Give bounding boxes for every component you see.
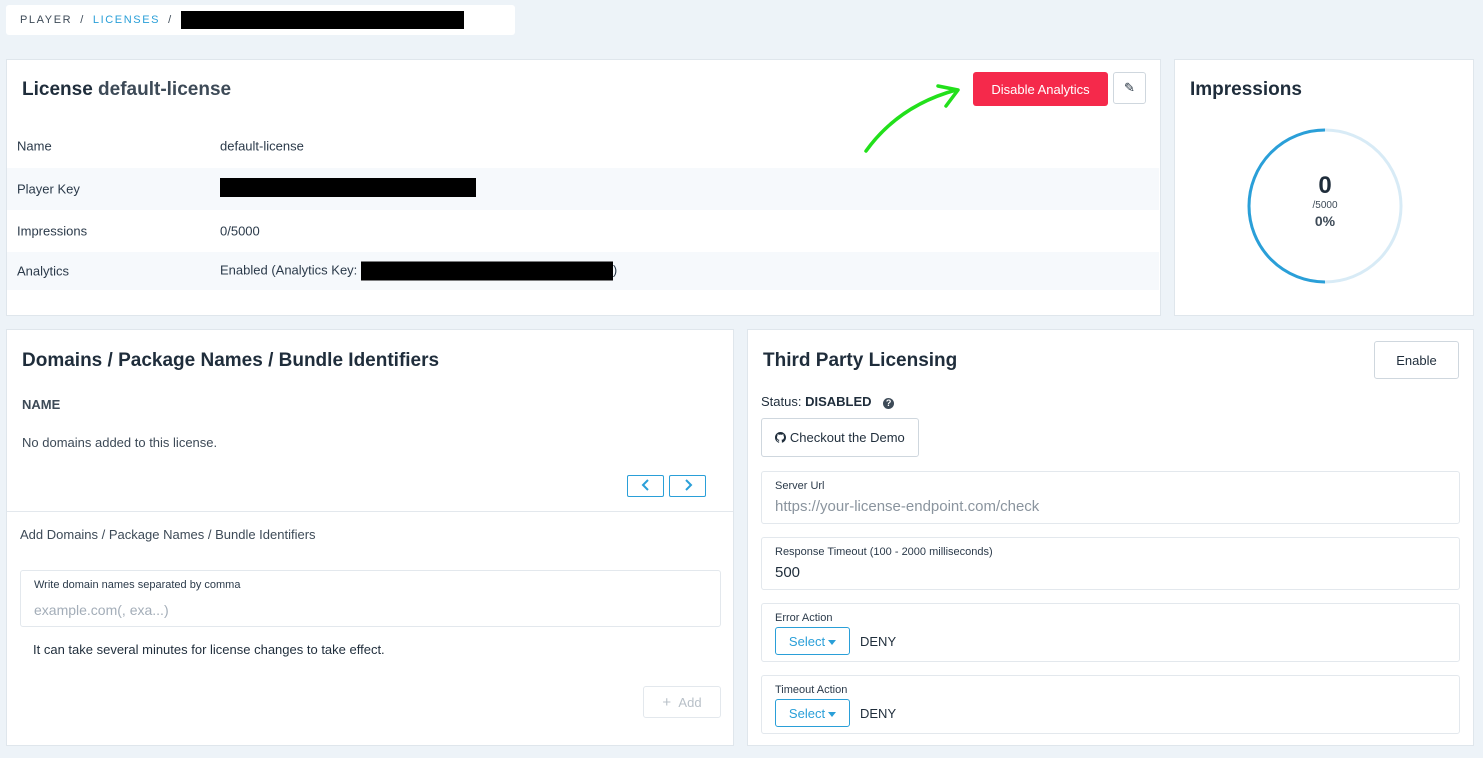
caret-down-icon xyxy=(828,711,837,717)
domains-empty-message: No domains added to this license. xyxy=(22,435,218,450)
gauge-count: 0 xyxy=(1318,172,1332,199)
third-party-card: Third Party Licensing Enable Status: DIS… xyxy=(747,329,1474,746)
chevron-right-icon xyxy=(684,478,692,491)
gauge-limit: /5000 xyxy=(1312,200,1338,211)
pencil-icon: ✎ xyxy=(1124,80,1135,95)
domains-input-placeholder: example.com(, exa...) xyxy=(34,602,169,618)
domains-input-field[interactable]: Write domain names separated by comma ex… xyxy=(20,570,721,627)
edit-button[interactable]: ✎ xyxy=(1113,72,1146,104)
checkout-demo-label: Checkout the Demo xyxy=(789,430,905,445)
domains-card: Domains / Package Names / Bundle Identif… xyxy=(6,329,734,746)
timeout-action-label: Timeout Action xyxy=(775,684,848,696)
license-card: License default-license Disable Analytic… xyxy=(6,59,1161,316)
annotation-arrow-icon xyxy=(864,84,960,153)
breadcrumb-separator: / xyxy=(80,14,85,26)
license-title: License default-license xyxy=(22,79,231,101)
analytics-suffix: ) xyxy=(612,262,618,278)
add-domains-title: Add Domains / Package Names / Bundle Ide… xyxy=(20,527,316,542)
error-action-field: Error Action Select DENY xyxy=(761,603,1460,662)
status-value: DISABLED xyxy=(805,394,872,409)
row-key: Analytics xyxy=(17,263,70,279)
domains-title: Domains / Package Names / Bundle Identif… xyxy=(22,350,440,371)
redacted-license-id xyxy=(180,11,464,29)
add-domain-button[interactable]: + Add xyxy=(643,686,721,718)
server-url-label: Server Url xyxy=(775,480,825,492)
info-row-player-key: Player Key xyxy=(7,168,1159,210)
third-party-title: Third Party Licensing xyxy=(763,350,958,371)
add-domain-label: Add xyxy=(678,694,702,710)
checkout-demo-button[interactable]: Checkout the Demo xyxy=(761,418,919,457)
response-timeout-label: Response Timeout (100 - 2000 millisecond… xyxy=(775,546,993,558)
row-key: Name xyxy=(17,138,52,154)
help-icon[interactable]: ? xyxy=(883,398,895,409)
license-title-name: default-license xyxy=(98,79,232,100)
redacted-analytics-key xyxy=(360,261,613,281)
divider xyxy=(7,511,733,512)
disable-analytics-button[interactable]: Disable Analytics xyxy=(973,72,1108,106)
server-url-field[interactable]: Server Url https://your-license-endpoint… xyxy=(761,471,1460,524)
enable-button[interactable]: Enable xyxy=(1374,341,1459,379)
gauge-percent: 0% xyxy=(1314,213,1336,229)
response-timeout-field[interactable]: Response Timeout (100 - 2000 millisecond… xyxy=(761,537,1460,590)
select-label: Select xyxy=(788,633,826,649)
caret-down-icon xyxy=(828,639,837,645)
info-row-impressions: Impressions 0/5000 xyxy=(7,210,1159,252)
pagination-next-button[interactable] xyxy=(669,475,706,497)
domains-input-label: Write domain names separated by comma xyxy=(34,579,241,591)
status-line: Status: DISABLED ? xyxy=(761,394,895,409)
status-label: Status: xyxy=(761,394,802,409)
row-value xyxy=(220,178,476,200)
timeout-action-field: Timeout Action Select DENY xyxy=(761,675,1460,734)
select-label: Select xyxy=(788,705,826,721)
row-value: default-license xyxy=(220,138,304,154)
breadcrumb-licenses-link[interactable]: LICENSES xyxy=(93,14,160,26)
response-timeout-value: 500 xyxy=(775,564,801,581)
row-value: Enabled (Analytics Key: ) xyxy=(220,261,618,281)
pagination-prev-button[interactable] xyxy=(627,475,664,497)
server-url-placeholder: https://your-license-endpoint.com/check xyxy=(775,498,1040,515)
timeout-action-value: DENY xyxy=(860,706,897,721)
row-value: 0/5000 xyxy=(220,223,260,239)
breadcrumb: PLAYER / LICENSES / xyxy=(6,5,515,35)
impressions-card: Impressions 0 /5000 0% xyxy=(1174,59,1474,316)
error-action-select[interactable]: Select xyxy=(775,627,850,655)
error-action-value: DENY xyxy=(860,634,897,649)
impressions-title: Impressions xyxy=(1190,79,1302,100)
redacted-player-key xyxy=(220,178,476,197)
breadcrumb-separator: / xyxy=(168,14,173,26)
row-key: Impressions xyxy=(17,223,88,239)
row-key: Player Key xyxy=(17,181,80,197)
github-icon xyxy=(775,432,787,443)
license-title-prefix: License xyxy=(22,79,93,100)
analytics-status: Enabled (Analytics Key: xyxy=(220,262,358,278)
breadcrumb-player[interactable]: PLAYER xyxy=(20,14,72,26)
info-row-name: Name default-license xyxy=(7,126,1159,166)
plus-icon: + xyxy=(662,693,672,711)
domains-column-header: NAME xyxy=(22,397,61,412)
propagation-note: It can take several minutes for license … xyxy=(33,642,385,657)
error-action-label: Error Action xyxy=(775,612,833,624)
gauge-center: 0 /5000 0% xyxy=(1245,172,1405,230)
chevron-left-icon xyxy=(641,478,649,491)
timeout-action-select[interactable]: Select xyxy=(775,699,850,727)
info-row-analytics: Analytics Enabled (Analytics Key: ) xyxy=(7,252,1159,290)
